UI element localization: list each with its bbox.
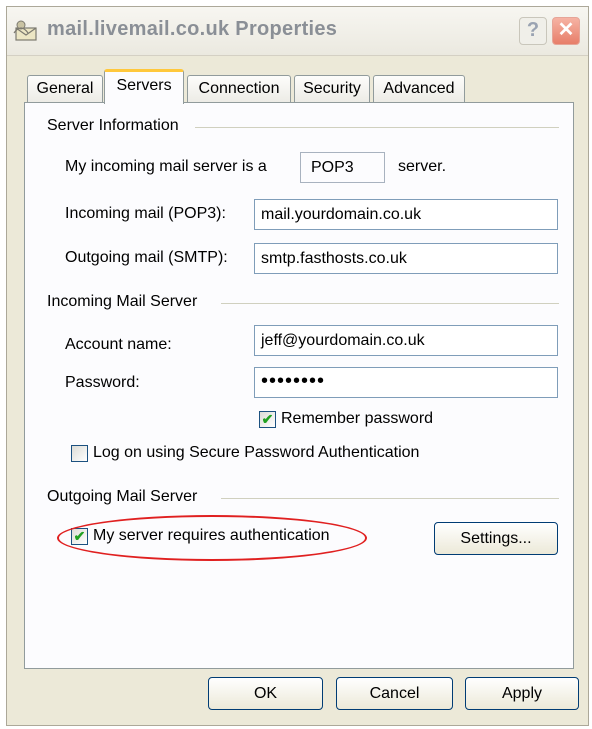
group-divider bbox=[221, 498, 559, 499]
remember-password-label: Remember password bbox=[281, 410, 434, 427]
group-divider bbox=[221, 303, 559, 304]
ok-button[interactable]: OK bbox=[208, 677, 323, 710]
tab-advanced[interactable]: Advanced bbox=[373, 75, 465, 103]
password-input[interactable]: •••••••• bbox=[254, 367, 558, 398]
incoming-type-prefix: My incoming mail server is a bbox=[65, 158, 267, 175]
incoming-server-type-field: POP3 bbox=[300, 152, 385, 183]
tab-security[interactable]: Security bbox=[294, 75, 370, 103]
group-divider bbox=[195, 127, 559, 128]
highlight-oval bbox=[57, 515, 367, 561]
servers-panel: Server Information My incoming mail serv… bbox=[24, 102, 574, 669]
close-button[interactable]: ✕ bbox=[552, 17, 580, 45]
spa-label: Log on using Secure Password Authenticat… bbox=[93, 444, 420, 461]
tab-general[interactable]: General bbox=[27, 75, 103, 103]
help-button[interactable]: ? bbox=[519, 17, 547, 45]
tab-servers[interactable]: Servers bbox=[104, 69, 184, 104]
server-info-heading: Server Information bbox=[47, 117, 179, 134]
outgoing-server-heading: Outgoing Mail Server bbox=[47, 488, 198, 505]
properties-dialog: mail.livemail.co.uk Properties ? ✕ Gener… bbox=[6, 6, 589, 726]
incoming-type-suffix: server. bbox=[398, 158, 447, 175]
incoming-server-heading: Incoming Mail Server bbox=[47, 293, 198, 310]
incoming-mail-label: Incoming mail (POP3): bbox=[65, 205, 226, 222]
account-name-input[interactable]: jeff@yourdomain.co.uk bbox=[254, 325, 558, 356]
incoming-mail-input[interactable]: mail.yourdomain.co.uk bbox=[254, 199, 558, 230]
remember-password-checkbox[interactable]: ✔ bbox=[259, 411, 276, 428]
cancel-button[interactable]: Cancel bbox=[336, 677, 453, 710]
outgoing-mail-label: Outgoing mail (SMTP): bbox=[65, 249, 228, 266]
window-title: mail.livemail.co.uk Properties bbox=[47, 18, 338, 40]
account-name-label: Account name: bbox=[65, 336, 172, 353]
password-label: Password: bbox=[65, 374, 140, 391]
apply-button[interactable]: Apply bbox=[465, 677, 579, 710]
spa-checkbox[interactable] bbox=[71, 445, 88, 462]
settings-button[interactable]: Settings... bbox=[434, 522, 558, 555]
title-bar[interactable]: mail.livemail.co.uk Properties ? ✕ bbox=[7, 7, 588, 56]
mail-account-icon bbox=[13, 20, 37, 41]
tab-connection[interactable]: Connection bbox=[187, 75, 291, 103]
checkmark-icon: ✔ bbox=[261, 411, 274, 427]
outgoing-mail-input[interactable]: smtp.fasthosts.co.uk bbox=[254, 243, 558, 274]
